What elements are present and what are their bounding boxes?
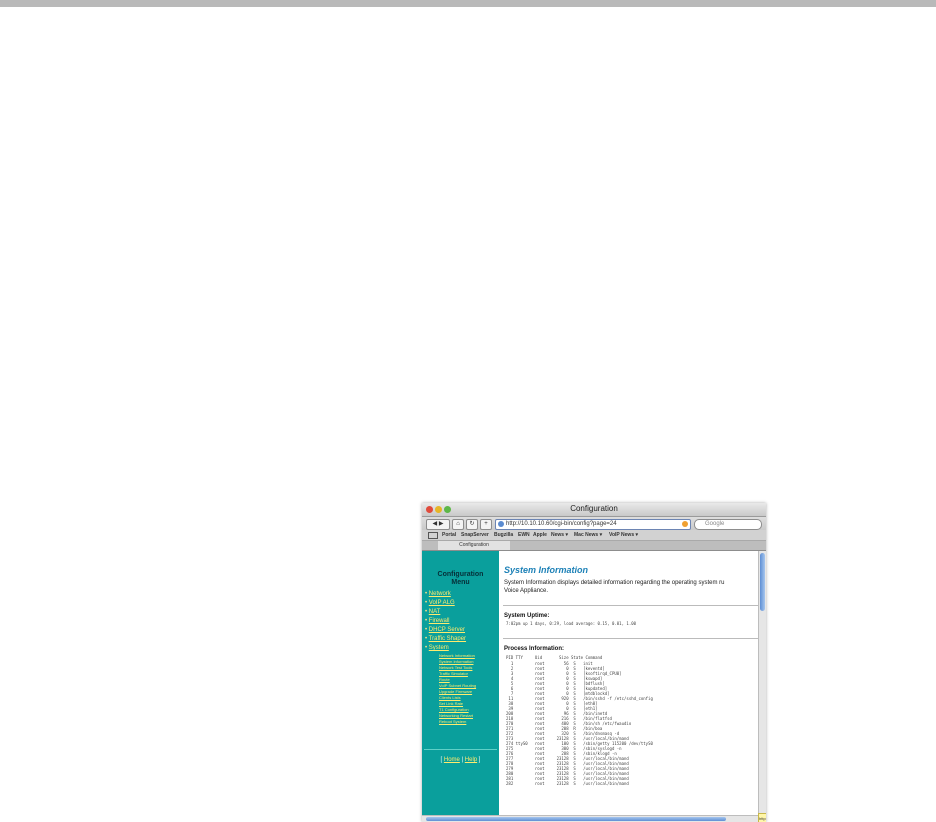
status-tooltip: http:/: [758, 813, 766, 822]
process-table-header: PID TTY Uid Size State Command: [506, 655, 603, 660]
sidebar-subitem-network-test-tools[interactable]: Network Test Tools: [439, 665, 472, 670]
sidebar-subitem-reboot-system[interactable]: Reboot System: [439, 719, 466, 724]
uptime-value: 7:02pm up 1 days, 0:29, load average: 0.…: [506, 621, 637, 626]
home-icon[interactable]: ⌂: [452, 519, 464, 530]
sidebar-divider: [424, 749, 497, 750]
horizontal-scroll-thumb[interactable]: [426, 817, 726, 821]
sidebar-item-dhcp-server[interactable]: • DHCP Server: [425, 626, 465, 634]
bullet-icon: •: [425, 618, 428, 624]
site-globe-icon: [498, 521, 504, 527]
bookmark-item[interactable]: VoIP News ▾: [609, 530, 638, 540]
tab-configuration[interactable]: Configuration: [438, 541, 510, 550]
uptime-heading: System Uptime:: [504, 613, 550, 619]
sidebar-item-firewall[interactable]: • Firewall: [425, 617, 449, 625]
bullet-icon: •: [425, 609, 428, 615]
help-link[interactable]: Help: [465, 757, 477, 763]
process-row: 282 root 23128 S /usr/local/bin/mand: [506, 781, 629, 786]
description-line: Voice Appliance.: [504, 588, 549, 594]
menu-title-line2: Menu: [451, 579, 470, 586]
bookmark-item[interactable]: Portal: [442, 530, 456, 540]
sidebar-subitem-route[interactable]: Route: [439, 677, 450, 682]
window-title: Configuration: [570, 504, 618, 513]
bookmark-item[interactable]: Bugzilla: [494, 530, 513, 540]
process-heading: Process Information:: [504, 646, 565, 652]
loading-icon: [682, 521, 688, 527]
bookmark-item[interactable]: Mac News ▾: [574, 530, 602, 540]
sidebar-item-nat[interactable]: • NAT: [425, 608, 440, 616]
description-line: System Information displays detailed inf…: [504, 580, 725, 586]
bookmark-item[interactable]: Apple: [533, 530, 547, 540]
page-title: System Information: [504, 565, 589, 575]
vertical-scrollbar[interactable]: [758, 551, 766, 813]
top-divider-bar: [0, 0, 936, 7]
sidebar-subitem-network-information[interactable]: Network Information: [439, 653, 475, 658]
vertical-scroll-thumb[interactable]: [760, 553, 765, 611]
bullet-icon: •: [425, 600, 428, 606]
bookmark-item[interactable]: News ▾: [551, 530, 568, 540]
sidebar-subitem-t1-configuration[interactable]: T1 Configuration: [439, 707, 469, 712]
sidebar-subitem-networking-restart[interactable]: Networking Restart: [439, 713, 473, 718]
bullet-icon: •: [425, 627, 428, 633]
home-link[interactable]: Home: [444, 757, 460, 763]
main-panel: System Information System Information di…: [503, 551, 758, 815]
browser-window-screenshot: Configuration ◀ ▶ ⌂ ↻ + http://10.10.10.…: [422, 503, 766, 822]
sidebar-subitem-traffic-simulator[interactable]: Traffic Simulator: [439, 671, 468, 676]
add-bookmark-icon[interactable]: +: [480, 519, 492, 530]
browser-toolbar: ◀ ▶ ⌂ ↻ + http://10.10.10.60/cgi-bin/con…: [422, 517, 766, 530]
sidebar-footer: [ Home | Help ]: [440, 757, 481, 763]
bullet-icon: •: [425, 636, 428, 642]
sidebar-subitem-voip-subnet-routing[interactable]: VoIP Subnet Routing: [439, 683, 476, 688]
section-divider: [503, 605, 758, 606]
search-placeholder: Google: [705, 521, 725, 527]
sidebar-subitem-system-information[interactable]: System Information: [439, 659, 473, 664]
configuration-sidebar: Configuration Menu • Network • VoIP ALG …: [422, 551, 499, 815]
sidebar-subitem-set-link-rate[interactable]: Set Link Rate: [439, 701, 463, 706]
bookmark-item[interactable]: SnapServer: [461, 530, 489, 540]
sidebar-item-traffic-shaper[interactable]: • Traffic Shaper: [425, 635, 466, 643]
address-text: http://10.10.10.60/cgi-bin/config?page=2…: [506, 521, 617, 527]
page-content: Configuration Menu • Network • VoIP ALG …: [422, 551, 758, 815]
bookmark-item[interactable]: EWN: [518, 530, 530, 540]
section-divider: [503, 638, 758, 639]
address-bar[interactable]: http://10.10.10.60/cgi-bin/config?page=2…: [495, 519, 691, 530]
search-input[interactable]: Google: [694, 519, 762, 530]
tab-strip: Configuration: [422, 541, 766, 551]
back-forward-button[interactable]: ◀ ▶: [426, 519, 450, 530]
sidebar-item-system[interactable]: • System: [425, 644, 449, 652]
menu-title-line1: Configuration: [437, 571, 484, 578]
sidebar-item-voip-alg[interactable]: • VoIP ALG: [425, 599, 455, 607]
horizontal-scrollbar[interactable]: [422, 815, 758, 822]
bullet-icon: •: [425, 645, 428, 651]
sidebar-item-network[interactable]: • Network: [425, 590, 451, 598]
bookmarks-bar: Portal SnapServer Bugzilla EWN Apple New…: [422, 530, 766, 541]
page-description: System Information displays detailed inf…: [504, 579, 758, 595]
window-titlebar: Configuration: [422, 503, 766, 517]
sidebar-subitem-upgrade-firmware[interactable]: Upgrade Firmware: [439, 689, 472, 694]
bookmarks-book-icon[interactable]: [428, 532, 438, 539]
reload-icon[interactable]: ↻: [466, 519, 478, 530]
bullet-icon: •: [425, 591, 428, 597]
sidebar-subitem-clients-lists[interactable]: Clients Lists: [439, 695, 461, 700]
